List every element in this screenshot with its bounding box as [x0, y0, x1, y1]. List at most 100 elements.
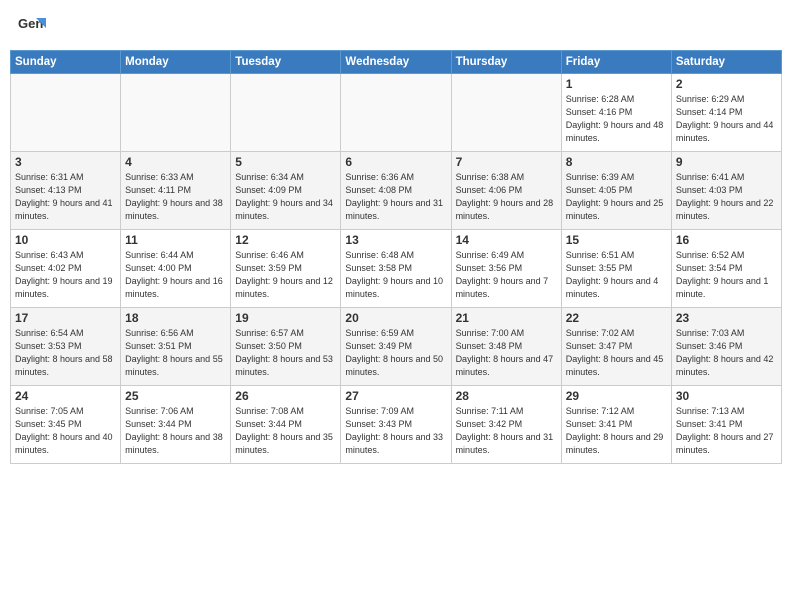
day-number: 26	[235, 389, 336, 403]
day-info: Sunrise: 6:51 AM Sunset: 3:55 PM Dayligh…	[566, 249, 667, 301]
calendar-day-cell: 26 Sunrise: 7:08 AM Sunset: 3:44 PM Dayli…	[231, 386, 341, 464]
day-info: Sunrise: 6:46 AM Sunset: 3:59 PM Dayligh…	[235, 249, 336, 301]
calendar-table: SundayMondayTuesdayWednesdayThursdayFrid…	[10, 50, 782, 464]
day-info: Sunrise: 6:29 AM Sunset: 4:14 PM Dayligh…	[676, 93, 777, 145]
calendar-week-row: 10 Sunrise: 6:43 AM Sunset: 4:02 PM Dayli…	[11, 230, 782, 308]
day-number: 24	[15, 389, 116, 403]
day-number: 29	[566, 389, 667, 403]
calendar-day-cell: 2 Sunrise: 6:29 AM Sunset: 4:14 PM Daylig…	[671, 74, 781, 152]
day-info: Sunrise: 6:38 AM Sunset: 4:06 PM Dayligh…	[456, 171, 557, 223]
calendar-day-cell: 3Sunrise: 6:31 AM Sunset: 4:13 PM Daylig…	[11, 152, 121, 230]
calendar-week-row: 1 Sunrise: 6:28 AM Sunset: 4:16 PM Daylig…	[11, 74, 782, 152]
day-info: Sunrise: 7:12 AM Sunset: 3:41 PM Dayligh…	[566, 405, 667, 457]
calendar-week-row: 3Sunrise: 6:31 AM Sunset: 4:13 PM Daylig…	[11, 152, 782, 230]
day-number: 4	[125, 155, 226, 169]
day-number: 5	[235, 155, 336, 169]
day-number: 1	[566, 77, 667, 91]
calendar-day-cell	[231, 74, 341, 152]
calendar-day-cell: 29 Sunrise: 7:12 AM Sunset: 3:41 PM Dayli…	[561, 386, 671, 464]
day-info: Sunrise: 6:36 AM Sunset: 4:08 PM Dayligh…	[345, 171, 446, 223]
logo-icon: Gen	[18, 14, 46, 42]
day-info: Sunrise: 6:44 AM Sunset: 4:00 PM Dayligh…	[125, 249, 226, 301]
weekday-header-monday: Monday	[121, 51, 231, 74]
day-info: Sunrise: 6:43 AM Sunset: 4:02 PM Dayligh…	[15, 249, 116, 301]
calendar-day-cell: 25 Sunrise: 7:06 AM Sunset: 3:44 PM Dayli…	[121, 386, 231, 464]
day-info: Sunrise: 6:39 AM Sunset: 4:05 PM Dayligh…	[566, 171, 667, 223]
day-number: 27	[345, 389, 446, 403]
calendar-day-cell	[341, 74, 451, 152]
calendar-day-cell: 7 Sunrise: 6:38 AM Sunset: 4:06 PM Daylig…	[451, 152, 561, 230]
day-number: 11	[125, 233, 226, 247]
calendar-day-cell: 24Sunrise: 7:05 AM Sunset: 3:45 PM Dayli…	[11, 386, 121, 464]
day-info: Sunrise: 7:11 AM Sunset: 3:42 PM Dayligh…	[456, 405, 557, 457]
calendar-day-cell: 4 Sunrise: 6:33 AM Sunset: 4:11 PM Daylig…	[121, 152, 231, 230]
day-info: Sunrise: 6:31 AM Sunset: 4:13 PM Dayligh…	[15, 171, 116, 223]
day-info: Sunrise: 6:34 AM Sunset: 4:09 PM Dayligh…	[235, 171, 336, 223]
calendar-day-cell: 8Sunrise: 6:39 AM Sunset: 4:05 PM Daylig…	[561, 152, 671, 230]
day-number: 7	[456, 155, 557, 169]
calendar-day-cell: 12 Sunrise: 6:46 AM Sunset: 3:59 PM Dayli…	[231, 230, 341, 308]
calendar-day-cell: 5 Sunrise: 6:34 AM Sunset: 4:09 PM Daylig…	[231, 152, 341, 230]
day-number: 9	[676, 155, 777, 169]
day-info: Sunrise: 7:06 AM Sunset: 3:44 PM Dayligh…	[125, 405, 226, 457]
calendar-day-cell: 19Sunrise: 6:57 AM Sunset: 3:50 PM Dayli…	[231, 308, 341, 386]
weekday-header-friday: Friday	[561, 51, 671, 74]
weekday-header-thursday: Thursday	[451, 51, 561, 74]
calendar-day-cell: 14 Sunrise: 6:49 AM Sunset: 3:56 PM Dayli…	[451, 230, 561, 308]
day-number: 19	[235, 311, 336, 325]
day-info: Sunrise: 7:13 AM Sunset: 3:41 PM Dayligh…	[676, 405, 777, 457]
page-header: Gen	[0, 0, 792, 50]
day-number: 20	[345, 311, 446, 325]
day-number: 17	[15, 311, 116, 325]
day-number: 16	[676, 233, 777, 247]
day-info: Sunrise: 7:02 AM Sunset: 3:47 PM Dayligh…	[566, 327, 667, 379]
calendar-day-cell	[121, 74, 231, 152]
day-number: 30	[676, 389, 777, 403]
calendar-header-row: SundayMondayTuesdayWednesdayThursdayFrid…	[11, 51, 782, 74]
weekday-header-sunday: Sunday	[11, 51, 121, 74]
weekday-header-saturday: Saturday	[671, 51, 781, 74]
calendar-day-cell: 23 Sunrise: 7:03 AM Sunset: 3:46 PM Dayli…	[671, 308, 781, 386]
day-number: 15	[566, 233, 667, 247]
weekday-header-tuesday: Tuesday	[231, 51, 341, 74]
day-number: 2	[676, 77, 777, 91]
calendar-day-cell: 27 Sunrise: 7:09 AM Sunset: 3:43 PM Dayli…	[341, 386, 451, 464]
calendar-day-cell: 11 Sunrise: 6:44 AM Sunset: 4:00 PM Dayli…	[121, 230, 231, 308]
day-info: Sunrise: 7:03 AM Sunset: 3:46 PM Dayligh…	[676, 327, 777, 379]
calendar-day-cell: 10 Sunrise: 6:43 AM Sunset: 4:02 PM Dayli…	[11, 230, 121, 308]
day-info: Sunrise: 6:54 AM Sunset: 3:53 PM Dayligh…	[15, 327, 116, 379]
logo: Gen	[18, 14, 50, 42]
calendar-day-cell: 21 Sunrise: 7:00 AM Sunset: 3:48 PM Dayli…	[451, 308, 561, 386]
day-info: Sunrise: 6:28 AM Sunset: 4:16 PM Dayligh…	[566, 93, 667, 145]
weekday-header-wednesday: Wednesday	[341, 51, 451, 74]
day-info: Sunrise: 6:56 AM Sunset: 3:51 PM Dayligh…	[125, 327, 226, 379]
calendar-day-cell	[451, 74, 561, 152]
calendar-week-row: 17 Sunrise: 6:54 AM Sunset: 3:53 PM Dayli…	[11, 308, 782, 386]
calendar-day-cell: 9Sunrise: 6:41 AM Sunset: 4:03 PM Daylig…	[671, 152, 781, 230]
day-info: Sunrise: 6:59 AM Sunset: 3:49 PM Dayligh…	[345, 327, 446, 379]
day-number: 23	[676, 311, 777, 325]
day-number: 21	[456, 311, 557, 325]
day-info: Sunrise: 6:33 AM Sunset: 4:11 PM Dayligh…	[125, 171, 226, 223]
day-info: Sunrise: 7:09 AM Sunset: 3:43 PM Dayligh…	[345, 405, 446, 457]
day-info: Sunrise: 7:08 AM Sunset: 3:44 PM Dayligh…	[235, 405, 336, 457]
day-number: 13	[345, 233, 446, 247]
day-number: 12	[235, 233, 336, 247]
calendar-day-cell: 28Sunrise: 7:11 AM Sunset: 3:42 PM Dayli…	[451, 386, 561, 464]
calendar-day-cell: 15 Sunrise: 6:51 AM Sunset: 3:55 PM Dayli…	[561, 230, 671, 308]
calendar-day-cell: 6 Sunrise: 6:36 AM Sunset: 4:08 PM Daylig…	[341, 152, 451, 230]
calendar-day-cell: 13Sunrise: 6:48 AM Sunset: 3:58 PM Dayli…	[341, 230, 451, 308]
calendar-day-cell: 30 Sunrise: 7:13 AM Sunset: 3:41 PM Dayli…	[671, 386, 781, 464]
day-info: Sunrise: 7:00 AM Sunset: 3:48 PM Dayligh…	[456, 327, 557, 379]
calendar-day-cell: 17 Sunrise: 6:54 AM Sunset: 3:53 PM Dayli…	[11, 308, 121, 386]
day-info: Sunrise: 6:52 AM Sunset: 3:54 PM Dayligh…	[676, 249, 777, 301]
day-number: 6	[345, 155, 446, 169]
calendar-day-cell	[11, 74, 121, 152]
day-number: 14	[456, 233, 557, 247]
day-number: 10	[15, 233, 116, 247]
day-number: 18	[125, 311, 226, 325]
day-info: Sunrise: 6:49 AM Sunset: 3:56 PM Dayligh…	[456, 249, 557, 301]
day-number: 25	[125, 389, 226, 403]
calendar-week-row: 24Sunrise: 7:05 AM Sunset: 3:45 PM Dayli…	[11, 386, 782, 464]
calendar-day-cell: 1 Sunrise: 6:28 AM Sunset: 4:16 PM Daylig…	[561, 74, 671, 152]
